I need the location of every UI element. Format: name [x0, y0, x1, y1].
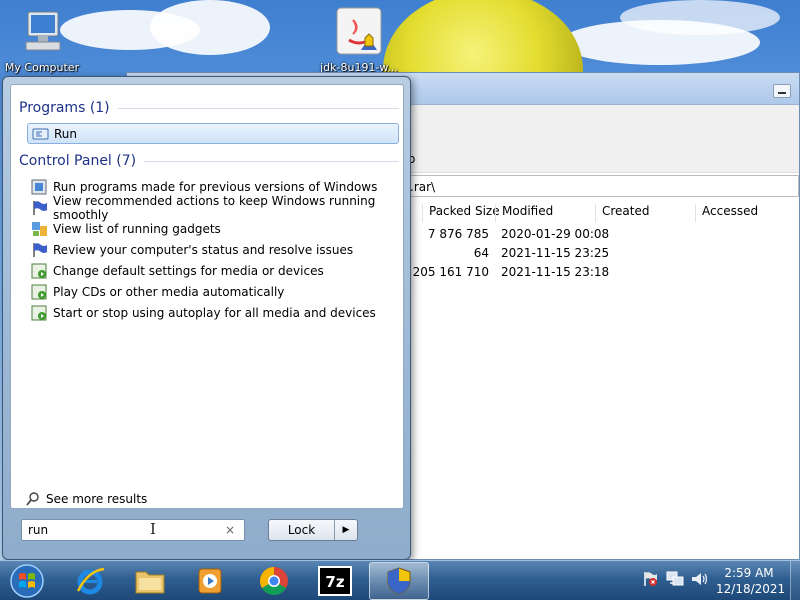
svg-text:7z: 7z — [325, 573, 344, 591]
java-installer-icon — [336, 7, 382, 55]
lock-options-arrow-icon[interactable]: ▶ — [335, 520, 357, 540]
result-item-label: Run programs made for previous versions … — [53, 179, 378, 194]
category-title: Control Panel (7) — [19, 153, 137, 169]
taskbar-internet-explorer[interactable] — [60, 562, 120, 600]
desktop-icon-label: My Computer — [4, 61, 80, 74]
result-item-run[interactable]: Run — [27, 123, 399, 144]
result-item-autoplay[interactable]: Start or stop using autoplay for all med… — [27, 302, 399, 323]
category-title: Programs (1) — [19, 100, 110, 116]
column-header-created[interactable]: Created — [595, 204, 650, 222]
clock-date: 12/18/2021 — [716, 582, 786, 596]
text-cursor-icon: I — [150, 520, 156, 538]
column-header-packed-size[interactable]: Packed Size — [422, 204, 500, 222]
autoplay-icon — [31, 284, 47, 299]
taskbar-7zip[interactable]: 7z — [305, 562, 365, 600]
control-panel-category-header[interactable]: Control Panel (7) — [19, 153, 399, 169]
media-player-icon — [198, 568, 222, 594]
column-header-modified[interactable]: Modified — [495, 204, 553, 222]
programs-category-header[interactable]: Programs (1) — [19, 100, 399, 116]
result-item-play-cds[interactable]: Play CDs or other media automatically — [27, 281, 399, 302]
desktop-icon-jdk-installer[interactable]: jdk-8u191-w... — [314, 6, 404, 74]
result-item-recommended-actions[interactable]: View recommended actions to keep Windows… — [27, 194, 399, 222]
clock-time: 2:59 AM — [724, 566, 774, 580]
magnifier-icon — [26, 492, 39, 506]
start-button[interactable] — [0, 562, 54, 600]
start-search-input[interactable] — [21, 519, 245, 541]
category-divider — [117, 107, 399, 109]
uac-shield-icon — [387, 567, 411, 595]
taskbar-file-explorer[interactable] — [120, 562, 180, 600]
network-tray-icon[interactable] — [666, 570, 684, 588]
modified-cell: 2021-11-15 23:18 — [501, 265, 610, 279]
see-more-label: See more results — [46, 492, 148, 506]
desktop-icon-my-computer[interactable]: My Computer — [0, 8, 87, 74]
run-icon — [32, 128, 49, 139]
windows-orb-icon — [10, 564, 44, 598]
action-center-flag-icon — [33, 200, 47, 215]
taskbar-clock[interactable]: 2:59 AM 12/18/2021 — [716, 565, 786, 597]
result-item-label: Run — [54, 126, 78, 141]
modified-cell: 2021-11-15 23:25 — [501, 246, 610, 260]
folder-icon — [135, 571, 165, 594]
action-center-tray-icon[interactable] — [642, 570, 658, 588]
start-menu: Programs (1) Run Control Panel (7) Run p… — [2, 76, 411, 560]
autoplay-icon — [31, 263, 47, 278]
result-item-review-status[interactable]: Review your computer's status and resolv… — [27, 239, 399, 260]
autoplay-icon — [31, 305, 47, 320]
packed-size-cell: 64 — [473, 246, 489, 260]
taskbar-jdk-installer[interactable] — [369, 562, 429, 600]
see-more-results-link[interactable]: See more results — [25, 491, 147, 507]
compatibility-icon — [31, 179, 47, 194]
modified-cell: 2020-01-29 00:08 — [501, 227, 610, 241]
result-item-label: Start or stop using autoplay for all med… — [53, 305, 376, 320]
computer-icon — [25, 11, 61, 51]
taskbar-chrome[interactable] — [244, 562, 304, 600]
result-item-label: Review your computer's status and resolv… — [53, 242, 354, 257]
lock-button[interactable]: Lock ▶ — [268, 519, 358, 541]
action-center-flag-icon — [33, 242, 47, 257]
result-item-gadgets[interactable]: View list of running gadgets — [27, 218, 399, 239]
taskbar-media-player[interactable] — [180, 562, 240, 600]
result-item-label: Change default settings for media or dev… — [53, 263, 324, 278]
category-divider — [144, 160, 399, 162]
result-item-label: Play CDs or other media automatically — [53, 284, 285, 299]
chrome-icon — [260, 567, 288, 595]
minimize-button[interactable] — [773, 84, 791, 98]
archive-path-text: .rar\ — [410, 180, 436, 194]
packed-size-cell: 205 161 710 — [412, 265, 489, 279]
result-item-label: View list of running gadgets — [53, 221, 221, 236]
lock-button-label: Lock — [269, 520, 335, 540]
volume-tray-icon[interactable] — [690, 570, 708, 588]
packed-size-cell: 7 876 785 — [427, 227, 489, 241]
show-desktop-button[interactable] — [790, 561, 800, 600]
search-results-panel: Programs (1) Run Control Panel (7) Run p… — [10, 84, 404, 509]
clear-search-icon[interactable]: × — [225, 523, 235, 537]
gadgets-icon — [32, 221, 47, 236]
internet-explorer-icon — [76, 567, 105, 595]
7zip-icon: 7z — [318, 566, 352, 596]
column-header-accessed[interactable]: Accessed — [695, 204, 795, 222]
result-item-media-defaults[interactable]: Change default settings for media or dev… — [27, 260, 399, 281]
